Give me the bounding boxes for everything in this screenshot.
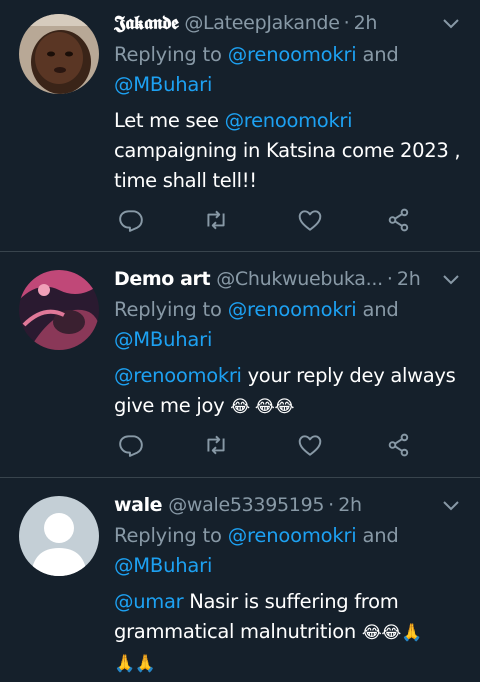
mention-link[interactable]: @MBuhari (114, 554, 212, 577)
chevron-down-icon[interactable] (442, 270, 460, 288)
share-icon[interactable] (386, 207, 414, 235)
replying-prefix: Replying to (114, 43, 228, 66)
like-icon[interactable] (297, 207, 325, 235)
replying-and: and (356, 43, 399, 66)
avatar[interactable] (19, 270, 99, 350)
mention-link[interactable]: @renoomokri (225, 109, 353, 132)
replying-to: Replying to @renoomokri and @MBuhari (114, 40, 460, 100)
mention-link[interactable]: @MBuhari (114, 73, 212, 96)
reply-icon[interactable] (118, 207, 146, 235)
display-name[interactable]: Demo art (114, 268, 211, 290)
tweet-text: @renoomokri your reply dey always give m… (114, 361, 466, 422)
replying-prefix: Replying to (114, 298, 228, 321)
tweet-2[interactable]: Demo art @Chukwuebuka... · 2h Replying t… (0, 252, 480, 476)
emoji: 🙏🙏 (114, 654, 156, 674)
mention-link[interactable]: @renoomokri (228, 298, 357, 321)
mention-link[interactable]: @MBuhari (114, 328, 212, 351)
replying-prefix: Replying to (114, 524, 228, 547)
tweet-1[interactable]: 𝕵𝖆𝖐𝖆𝖓𝖉𝖊 @LateepJakande · 2h Replying to … (0, 0, 480, 250)
user-handle[interactable]: @LateepJakande (184, 12, 339, 34)
tweet-text-line: Let me see @renoomokri (114, 109, 353, 132)
tweet-text-line: campaigning in Katsina come 2023 , (114, 139, 461, 162)
tweet-actions (114, 207, 424, 237)
tweet-text-line: time shall tell!! (114, 169, 257, 192)
retweet-icon[interactable] (203, 432, 231, 460)
retweet-icon[interactable] (203, 207, 231, 235)
display-name[interactable]: 𝕵𝖆𝖐𝖆𝖓𝖉𝖊 (114, 12, 179, 34)
replying-and: and (356, 524, 399, 547)
mention-link[interactable]: @renoomokri (114, 364, 242, 387)
separator: · (328, 494, 335, 516)
tweet-text-line: give me joy (114, 394, 231, 417)
display-name[interactable]: wale (114, 494, 163, 516)
tweet-text: @umar Nasir is suffering from grammatica… (114, 587, 466, 679)
mention-link[interactable]: @renoomokri (228, 524, 357, 547)
separator: · (343, 12, 350, 34)
share-icon[interactable] (386, 432, 414, 460)
avatar[interactable] (19, 496, 99, 576)
tweet-text-line: your reply dey always (241, 364, 456, 387)
tweet-text-line: grammatical malnutrition (114, 620, 362, 643)
mention-link[interactable]: @renoomokri (228, 43, 357, 66)
emoji: 😂😂🙏 (361, 623, 422, 643)
tweet-3[interactable]: wale @wale53395195 · 2h Replying to @ren… (0, 478, 480, 682)
replying-to: Replying to @renoomokri and @MBuhari (114, 521, 460, 581)
user-handle[interactable]: @wale53395195 (168, 494, 324, 516)
tweet-text: Let me see @renoomokri campaigning in Ka… (114, 106, 466, 196)
replying-and: and (356, 298, 399, 321)
reply-icon[interactable] (118, 432, 146, 460)
timestamp[interactable]: 2h (338, 494, 362, 516)
avatar[interactable] (19, 14, 99, 94)
replying-to: Replying to @renoomokri and @MBuhari (114, 295, 460, 355)
tweet-actions (114, 432, 424, 462)
separator: · (386, 268, 393, 290)
mention-link[interactable]: @umar (114, 590, 184, 613)
user-handle[interactable]: @Chukwuebuka... (216, 268, 383, 290)
like-icon[interactable] (297, 432, 325, 460)
timestamp[interactable]: 2h (354, 12, 378, 34)
timestamp[interactable]: 2h (397, 268, 421, 290)
chevron-down-icon[interactable] (442, 496, 460, 514)
chevron-down-icon[interactable] (442, 14, 460, 32)
emoji: 😂 😂😂 (230, 397, 295, 417)
tweet-text-line: Nasir is suffering from (183, 590, 399, 613)
